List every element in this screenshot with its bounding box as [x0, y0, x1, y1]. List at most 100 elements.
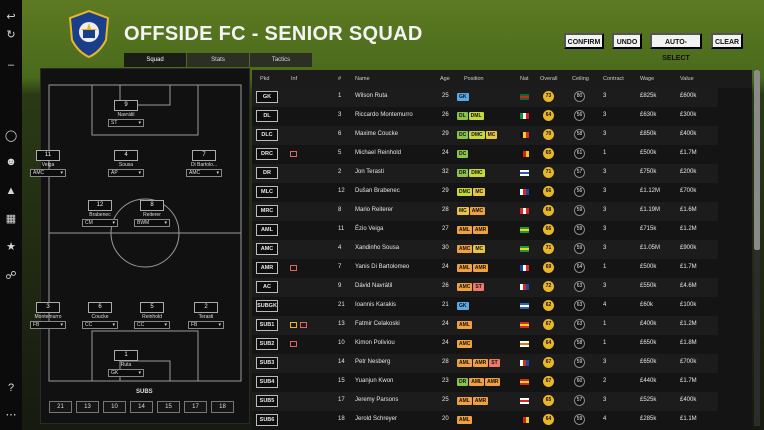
- pkd-slot[interactable]: SUB2: [256, 338, 278, 350]
- pkd-slot[interactable]: AML: [256, 224, 278, 236]
- player-name-cell[interactable]: Kimon Poliviou: [355, 340, 395, 346]
- back-icon[interactable]: ↩: [4, 10, 18, 24]
- role-select[interactable]: CC: [134, 321, 170, 329]
- more-icon[interactable]: ⋯: [4, 408, 18, 422]
- col-num[interactable]: #: [338, 76, 341, 82]
- col-age[interactable]: Age: [440, 76, 450, 82]
- pitch-player[interactable]: 3 Montemurro FB: [29, 302, 67, 329]
- table-row[interactable]: AC 9 Dávid Navrátil 26 AMC ST 72 63 3 £550k £4.6M: [252, 278, 718, 297]
- col-name[interactable]: Name: [355, 76, 370, 82]
- pkd-slot[interactable]: DLC: [256, 129, 278, 141]
- table-row[interactable]: GK 1 Wilson Ruta 25 GK 73 80 3 £825k £600k: [252, 88, 718, 107]
- trophy-icon[interactable]: [290, 322, 297, 328]
- table-row[interactable]: SUB3 14 Petr Nesberg 28 AML AMR ST 67 59 3 £650k £7…: [252, 354, 718, 373]
- table-row[interactable]: SUB1 13 Fatmir Celakoski 24 AML 67 63 1 £400k £1.…: [252, 316, 718, 335]
- player-name-cell[interactable]: Jeremy Parsons: [355, 397, 398, 403]
- player-name-cell[interactable]: Jon Terasti: [355, 169, 384, 175]
- cart-icon[interactable]: ☍: [4, 269, 18, 283]
- table-row[interactable]: SUBGK 21 Ioannis Karakis 21 GK 62 63 4 £60k £100k: [252, 297, 718, 316]
- pkd-slot[interactable]: SUB5: [256, 395, 278, 407]
- pkd-slot[interactable]: SUB3: [256, 357, 278, 369]
- col-overall[interactable]: Overall: [540, 76, 557, 82]
- pitch-player[interactable]: 4 Sousa AP: [107, 150, 145, 177]
- table-row[interactable]: SUB4 15 Yuanjun Kwon 23 DR AML AMR 67 60 2 £440k £1…: [252, 373, 718, 392]
- calendar-icon[interactable]: ▦: [4, 212, 18, 226]
- pkd-slot[interactable]: AC: [256, 281, 278, 293]
- table-row[interactable]: AMR 7 Yanis Di Bartolomeo 24 AML AMR 69 64 1 £500…: [252, 259, 718, 278]
- table-row[interactable]: MLC 12 Dušan Brabenec 29 DMC MC 66 56 3 £1.12M £70…: [252, 183, 718, 202]
- tab-squad[interactable]: Squad: [124, 53, 186, 67]
- col-position[interactable]: Position: [464, 76, 484, 82]
- undo-button[interactable]: UNDO: [612, 33, 642, 49]
- player-name-cell[interactable]: Ioannis Karakis: [355, 302, 396, 308]
- pkd-slot[interactable]: DR: [256, 167, 278, 179]
- sub-slot[interactable]: 18: [211, 401, 234, 413]
- player-name-cell[interactable]: Ézio Veiga: [355, 226, 383, 232]
- pitch-player[interactable]: 11 Veiga AMC: [29, 150, 67, 177]
- pitch-player[interactable]: 5 Reinhold CC: [133, 302, 171, 329]
- table-row[interactable]: DRC 5 Michael Reinhold 24 DC 65 61 1 £500k £1.7M: [252, 145, 718, 164]
- col-pkd[interactable]: Pkd: [260, 76, 269, 82]
- table-row[interactable]: AML 11 Ézio Veiga 27 AML AMR 66 59 3 £715k £1.2M: [252, 221, 718, 240]
- player-name-cell[interactable]: Yuanjun Kwon: [355, 378, 393, 384]
- scrollbar-thumb[interactable]: [754, 70, 760, 250]
- shield-icon[interactable]: ◯: [4, 129, 18, 143]
- pitch-player[interactable]: 7 Di Bartolo... AMC: [185, 150, 223, 177]
- pkd-slot[interactable]: SUBGK: [256, 300, 278, 312]
- pkd-slot[interactable]: MRC: [256, 205, 278, 217]
- refresh-icon[interactable]: ↻: [4, 28, 18, 42]
- col-inf[interactable]: Inf: [291, 76, 297, 82]
- table-row[interactable]: SUB6 18 Jerold Schreyer 20 AML 64 59 4 £285k £1.1…: [252, 411, 718, 430]
- player-name-cell[interactable]: Michael Reinhold: [355, 150, 401, 156]
- clear-button[interactable]: CLEAR: [711, 33, 743, 49]
- help-icon[interactable]: ?: [4, 381, 18, 395]
- table-row[interactable]: MRC 8 Mario Reiterer 28 MC AMC 68 59 3 £1.19M £1.6…: [252, 202, 718, 221]
- sub-slot[interactable]: 10: [103, 401, 126, 413]
- pitch-player[interactable]: 1 Ruta GK: [107, 350, 145, 377]
- table-row[interactable]: DR 2 Jon Terasti 32 DR DMC 71 57 3 £750k £200k: [252, 164, 718, 183]
- injury-card-icon[interactable]: [300, 322, 307, 328]
- col-value[interactable]: Value: [680, 76, 694, 82]
- pkd-slot[interactable]: DL: [256, 110, 278, 122]
- injury-card-icon[interactable]: [290, 265, 297, 271]
- sub-slot[interactable]: 14: [130, 401, 153, 413]
- tactics-icon[interactable]: ▲: [4, 184, 18, 198]
- sub-slot[interactable]: 17: [184, 401, 207, 413]
- player-name-cell[interactable]: Petr Nesberg: [355, 359, 390, 365]
- role-select[interactable]: CM: [82, 219, 118, 227]
- player-name-cell[interactable]: Mario Reiterer: [355, 207, 393, 213]
- player-name-cell[interactable]: Wilson Ruta: [355, 93, 387, 99]
- role-select[interactable]: AMC: [30, 169, 66, 177]
- table-row[interactable]: SUB5 17 Jeremy Parsons 25 AML AMR 65 57 3 £525k £4…: [252, 392, 718, 411]
- col-contract[interactable]: Contract: [603, 76, 624, 82]
- col-ceiling[interactable]: Ceiling: [572, 76, 589, 82]
- users-icon[interactable]: ☻: [4, 155, 18, 169]
- pitch-player[interactable]: 6 Coucke CC: [81, 302, 119, 329]
- player-name-cell[interactable]: Yanis Di Bartolomeo: [355, 264, 409, 270]
- pitch-player[interactable]: 12 Brabenec CM: [81, 200, 119, 227]
- injury-card-icon[interactable]: [290, 151, 297, 157]
- confirm-button[interactable]: CONFIRM: [564, 33, 604, 49]
- player-name-cell[interactable]: Riccardo Montemurro: [355, 112, 413, 118]
- pitch-player[interactable]: 8 Reiterer BWM: [133, 200, 171, 227]
- player-name-cell[interactable]: Dávid Navrátil: [355, 283, 392, 289]
- table-row[interactable]: AMC 4 Xandinho Sousa 30 AMC MC 71 59 3 £1.05M £900…: [252, 240, 718, 259]
- tab-tactics[interactable]: Tactics: [250, 53, 312, 67]
- role-select[interactable]: ST: [108, 119, 144, 127]
- table-row[interactable]: DL 3 Riccardo Montemurro 26 DL DML 64 56 3 £630k £…: [252, 107, 718, 126]
- auto-select-button[interactable]: AUTO-SELECT: [650, 33, 702, 62]
- pitch-player[interactable]: 2 Terasti FB: [187, 302, 225, 329]
- pkd-slot[interactable]: GK: [256, 91, 278, 103]
- player-name-cell[interactable]: Fatmir Celakoski: [355, 321, 400, 327]
- tab-stats[interactable]: Stats: [187, 53, 249, 67]
- pitch-player[interactable]: 9 Navrátil ST: [107, 100, 145, 127]
- minus-icon[interactable]: –: [4, 58, 18, 72]
- role-select[interactable]: CC: [82, 321, 118, 329]
- player-name-cell[interactable]: Dušan Brabenec: [355, 188, 400, 194]
- table-row[interactable]: SUB2 10 Kimon Poliviou 24 AMC 64 58 1 £650k £1.8M: [252, 335, 718, 354]
- player-name-cell[interactable]: Jerold Schreyer: [355, 416, 397, 422]
- pkd-slot[interactable]: AMC: [256, 243, 278, 255]
- table-row[interactable]: DLC 6 Maxime Coucke 29 DC DMC MC 70 58 3 £850k £400…: [252, 126, 718, 145]
- trophy-icon[interactable]: ★: [4, 240, 18, 254]
- player-name-cell[interactable]: Xandinho Sousa: [355, 245, 399, 251]
